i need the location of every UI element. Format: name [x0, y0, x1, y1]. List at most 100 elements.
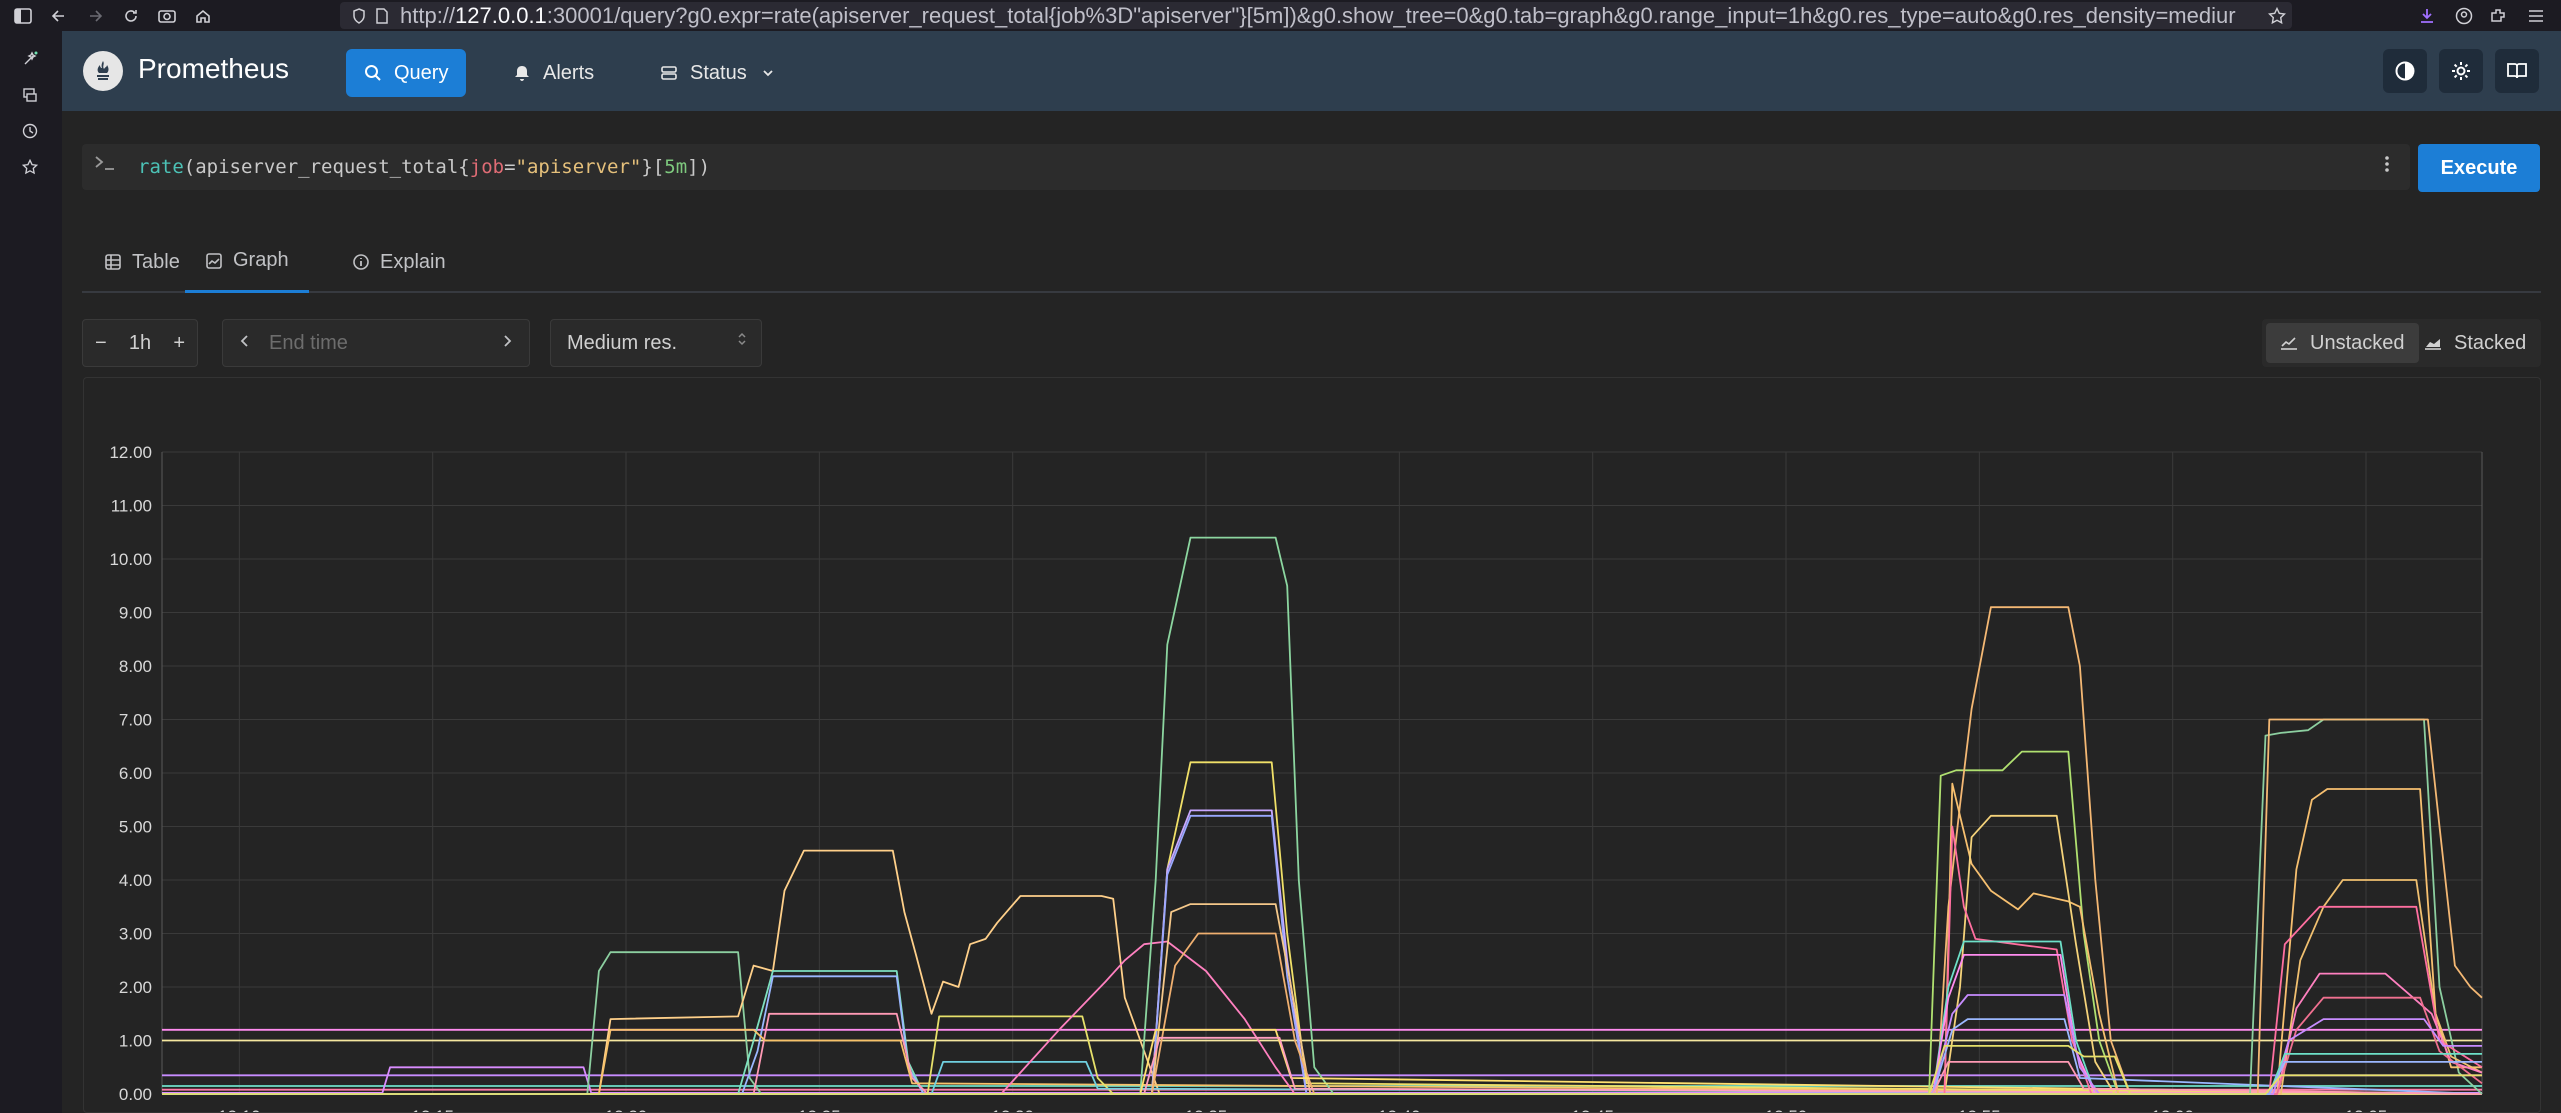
series-line-16[interactable] [162, 761, 2483, 1095]
series-line-18[interactable] [162, 814, 2482, 1095]
execute-button[interactable]: Execute [2418, 144, 2540, 192]
nav-alerts-button[interactable]: Alerts [495, 49, 612, 97]
series-line-36[interactable] [162, 788, 2482, 1095]
tab-explain[interactable]: Explain [352, 231, 446, 293]
terminal-prompt-icon [94, 154, 116, 177]
series-line-15[interactable] [162, 536, 2482, 1095]
series-line-21[interactable] [162, 1028, 2483, 1095]
info-icon [353, 254, 369, 270]
book-icon [2507, 63, 2527, 79]
chart-area-stacked-icon [2425, 339, 2441, 350]
reload-icon[interactable] [116, 0, 146, 31]
series-line-23[interactable] [162, 750, 2482, 1095]
series-line-24[interactable] [162, 606, 2482, 1095]
stacking-toggle: Unstacked Stacked [2262, 319, 2541, 367]
synced-tabs-icon[interactable] [16, 81, 44, 109]
series-line-29[interactable] [162, 954, 2482, 1095]
y-tick-label: 6.00 [119, 764, 152, 783]
series-line-34[interactable] [162, 718, 2483, 1095]
series-lines [162, 536, 2483, 1095]
query-options-kebab-icon[interactable] [2384, 154, 2390, 179]
range-decrease-button[interactable]: − [95, 332, 107, 355]
series-line-12[interactable] [162, 1015, 2482, 1095]
y-tick-label: 10.00 [109, 550, 152, 569]
range-input[interactable]: − 1h + [82, 319, 198, 367]
y-tick-label: 8.00 [119, 657, 152, 676]
bookmark-star-icon[interactable] [2262, 0, 2292, 31]
tab-table[interactable]: Table [104, 231, 180, 293]
end-time-input[interactable]: End time [222, 319, 530, 367]
unstacked-button[interactable]: Unstacked [2266, 323, 2419, 363]
menu-icon[interactable] [2521, 0, 2551, 31]
settings-button[interactable] [2439, 49, 2483, 93]
series-line-27[interactable] [162, 825, 2482, 1095]
history-icon[interactable] [16, 117, 44, 145]
app-title[interactable]: Prometheus [138, 53, 289, 85]
x-tick-label: 12:45 [1571, 1107, 1614, 1113]
query-input[interactable]: rate(apiserver_request_total{job="apiser… [82, 144, 2410, 190]
prometheus-app: Prometheus Query Alerts Status rate(apis… [62, 31, 2561, 1113]
series-line-35[interactable] [162, 718, 2483, 1095]
browser-toolbar: http://127.0.0.1:30001/query?g0.expr=rat… [0, 0, 2561, 31]
account-icon[interactable] [2449, 0, 2479, 31]
downloads-icon[interactable] [2412, 0, 2442, 31]
home-icon[interactable] [188, 0, 218, 31]
x-tick-label: 12:20 [605, 1107, 648, 1113]
series-line-25[interactable] [162, 782, 2482, 1095]
bookmarks-icon[interactable] [16, 153, 44, 181]
y-tick-label: 7.00 [119, 711, 152, 730]
time-series-chart[interactable]: 0.00 1.00 2.00 3.00 4.00 5.00 6.00 7.00 8.00 9.00… [84, 378, 2541, 1113]
series-line-9[interactable] [162, 975, 2482, 1095]
nav-status-label: Status [690, 61, 747, 84]
series-line-10[interactable] [162, 1012, 2482, 1095]
series-line-11[interactable] [162, 1028, 2483, 1095]
series-line-6[interactable] [162, 951, 2482, 1095]
query-close: }[ [641, 156, 665, 178]
resolution-select[interactable]: Medium res. [550, 319, 762, 367]
theme-toggle-button[interactable] [2383, 49, 2427, 93]
x-tick-label: 12:35 [1185, 1107, 1228, 1113]
series-line-19[interactable] [162, 903, 2482, 1095]
browser-sidebar [0, 31, 62, 1113]
nav-status-button[interactable]: Status [642, 49, 793, 97]
docs-button[interactable] [2495, 49, 2539, 93]
x-tick-label: 12:55 [1958, 1107, 2001, 1113]
y-tick-label: 12.00 [109, 443, 152, 462]
extensions-icon[interactable] [2483, 0, 2513, 31]
forward-icon[interactable] [80, 0, 110, 31]
series-line-14[interactable] [162, 940, 2482, 1095]
stacked-button[interactable]: Stacked [2410, 323, 2540, 363]
query-expression: rate(apiserver_request_total{job="apiser… [138, 156, 710, 178]
series-line-38[interactable] [162, 905, 2483, 1095]
grid-lines [161, 451, 2483, 1095]
sidebar-toggle-icon[interactable] [8, 0, 38, 31]
select-chevron-icon [737, 330, 747, 349]
resolution-value: Medium res. [567, 332, 678, 354]
back-icon[interactable] [44, 0, 74, 31]
prometheus-logo-icon[interactable] [83, 51, 123, 91]
range-value[interactable]: 1h [129, 332, 151, 355]
series-line-7[interactable] [162, 849, 2482, 1095]
url-rest: :30001/query?g0.expr=rate(apiserver_requ… [546, 2, 2236, 28]
screenshot-icon[interactable] [152, 0, 182, 31]
nav-query-button[interactable]: Query [346, 49, 467, 97]
tab-table-label: Table [132, 250, 180, 273]
tab-graph[interactable]: Graph [185, 231, 309, 293]
query-range: 5m [664, 156, 688, 178]
series-line-26[interactable] [162, 814, 2482, 1095]
series-line-20[interactable] [162, 932, 2482, 1095]
y-tick-label: 4.00 [119, 871, 152, 890]
unstacked-label: Unstacked [2310, 331, 2405, 354]
x-tick-label: 13:05 [2345, 1107, 2388, 1113]
end-time-placeholder: End time [269, 332, 348, 354]
series-line-17[interactable] [162, 809, 2482, 1095]
range-increase-button[interactable]: + [173, 332, 185, 355]
ai-sparkle-icon[interactable] [16, 45, 44, 73]
query-label-name: job [469, 156, 505, 178]
url-bar[interactable]: http://127.0.0.1:30001/query?g0.expr=rat… [340, 2, 2292, 29]
series-line-28[interactable] [162, 940, 2482, 1095]
app-header: Prometheus Query Alerts Status [62, 31, 2561, 111]
end-time-back-icon[interactable] [239, 332, 251, 356]
end-time-forward-icon[interactable] [501, 332, 513, 356]
chevron-down-icon [763, 70, 773, 77]
